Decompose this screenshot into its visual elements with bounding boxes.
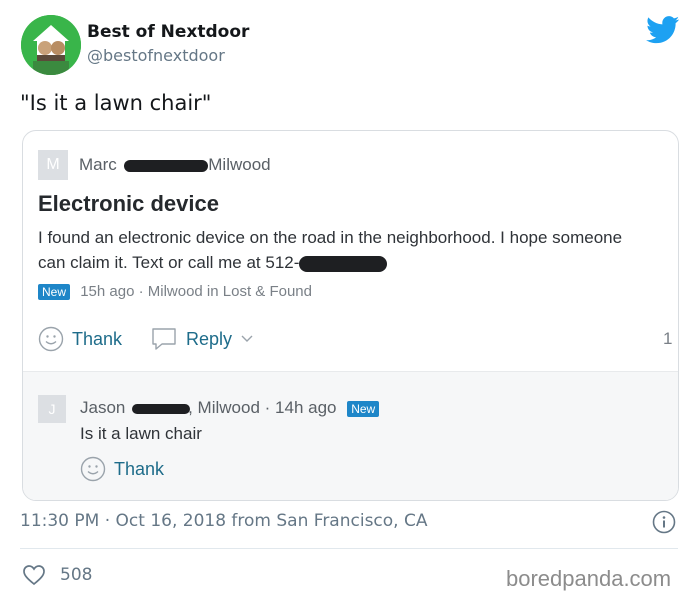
info-icon[interactable]	[652, 510, 676, 534]
smiley-icon	[38, 326, 64, 352]
reply-author: Jason , Milwood · 14h ago New	[80, 398, 385, 418]
divider	[20, 548, 678, 549]
author-first-name: Marc	[79, 155, 117, 174]
new-badge: New	[38, 284, 71, 301]
reply-author-first-name: Jason	[80, 398, 126, 417]
new-badge: New	[347, 400, 380, 417]
reply-thank-label: Thank	[114, 458, 165, 479]
reply-author-location: , Milwood	[188, 398, 260, 417]
tweet-timestamp[interactable]: 11:30 PM · Oct 16, 2018 from San Francis…	[20, 511, 428, 531]
embedded-image-card[interactable]: M Marc Milwood Electronic device I found…	[22, 130, 679, 501]
twitter-bird-icon[interactable]	[646, 16, 680, 44]
author-avatar: M	[38, 150, 68, 180]
post-body-line: can claim it. Text or call me at 512-	[38, 250, 673, 275]
reply-count: 1	[663, 329, 673, 348]
profile-avatar[interactable]	[21, 15, 81, 75]
reply-button[interactable]: Reply	[150, 326, 262, 352]
like-count: 508	[60, 565, 93, 585]
speech-bubble-icon	[152, 328, 176, 350]
author-location: Milwood	[208, 155, 271, 174]
thank-label: Thank	[72, 328, 123, 349]
post-author: Marc Milwood	[79, 155, 271, 175]
reply-label: Reply	[186, 328, 233, 349]
redaction-bar	[123, 159, 208, 172]
smiley-icon	[80, 456, 106, 482]
reply-section: J Jason , Milwood · 14h ago New Is it a …	[23, 371, 678, 500]
like-button[interactable]: 508	[22, 564, 92, 586]
thank-button[interactable]: Thank	[38, 326, 122, 352]
reply-thank-button[interactable]: Thank	[80, 456, 164, 482]
post-meta-text: 15h ago · Milwood in Lost & Found	[80, 283, 312, 300]
post-actions: Thank Reply	[38, 325, 290, 353]
post-body-line: I found an electronic device on the road…	[38, 228, 623, 247]
reply-text: Is it a lawn chair	[80, 424, 202, 443]
watermark: boredpanda.com	[506, 566, 672, 591]
tweet-text: "Is it a lawn chair"	[20, 91, 212, 115]
display-name[interactable]: Best of Nextdoor	[87, 22, 249, 42]
post-title: Electronic device	[38, 191, 219, 216]
heart-icon	[23, 565, 45, 586]
post-body: I found an electronic device on the road…	[38, 225, 673, 275]
reply-time: · 14h ago	[259, 398, 337, 417]
handle[interactable]: @bestofnextdoor	[87, 46, 225, 65]
post-meta: New 15h ago · Milwood in Lost & Found	[38, 283, 312, 301]
redaction-bar	[132, 403, 191, 414]
chevron-down-icon	[241, 335, 253, 342]
reply-author-avatar: J	[38, 395, 66, 423]
redaction-bar	[299, 255, 388, 272]
